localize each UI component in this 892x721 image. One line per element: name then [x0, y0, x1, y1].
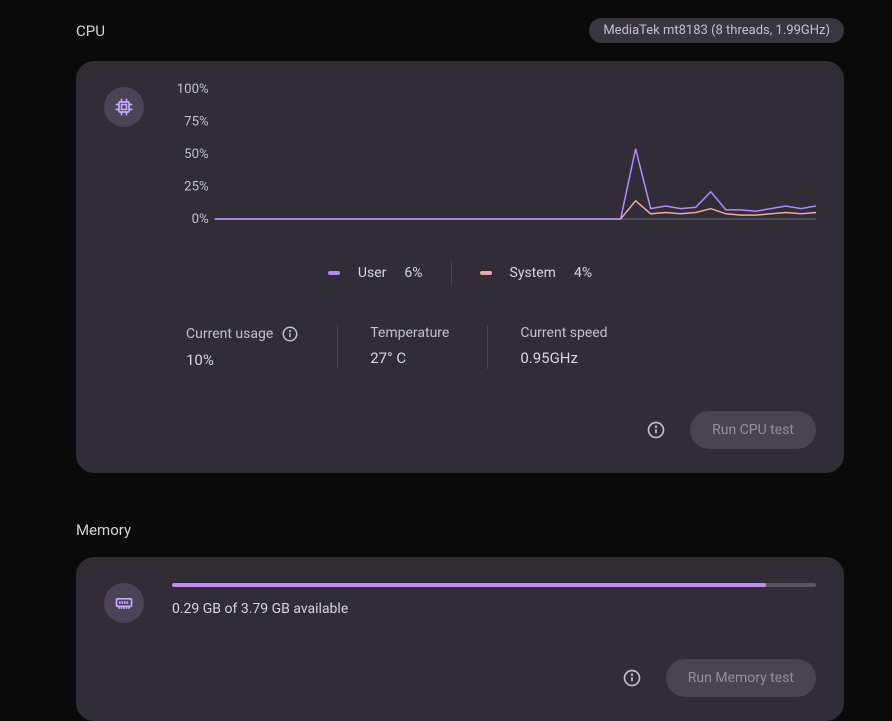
legend-user-value: 6% [404, 265, 422, 281]
legend-divider [451, 261, 452, 285]
memory-progress-fill [172, 583, 766, 587]
cpu-legend: User 6% System 4% [104, 261, 816, 285]
memory-progress-track [172, 583, 816, 587]
legend-system-swatch [480, 271, 492, 275]
cpu-section-header: CPU MediaTek mt8183 (8 threads, 1.99GHz) [76, 18, 844, 43]
stat-temp-label: Temperature [370, 325, 449, 341]
legend-system-value: 4% [574, 265, 592, 281]
svg-text:0%: 0% [192, 212, 209, 227]
run-memory-test-button[interactable]: Run Memory test [666, 659, 816, 697]
memory-card: 0.29 GB of 3.79 GB available Run Memory … [76, 557, 844, 721]
memory-available-text: 0.29 GB of 3.79 GB available [172, 601, 816, 617]
run-cpu-test-button[interactable]: Run CPU test [690, 411, 816, 449]
cpu-stats: Current usage 10% Temperature 27° C Curr… [104, 321, 816, 369]
stat-usage: Current usage 10% [186, 325, 337, 369]
stat-speed-label: Current speed [520, 325, 607, 341]
svg-text:50%: 50% [184, 147, 209, 162]
memory-section-header: Memory [76, 521, 844, 539]
stat-usage-label: Current usage [186, 326, 273, 342]
svg-text:100%: 100% [177, 83, 209, 97]
stat-speed-value: 0.95GHz [520, 349, 607, 367]
cpu-model-chip: MediaTek mt8183 (8 threads, 1.99GHz) [589, 18, 844, 43]
legend-system: System 4% [480, 265, 593, 281]
stat-speed: Current speed 0.95GHz [487, 325, 645, 369]
stat-temp-value: 27° C [370, 349, 449, 367]
legend-user-label: User [358, 265, 386, 281]
svg-text:25%: 25% [184, 180, 209, 195]
memory-title: Memory [76, 521, 131, 539]
stat-usage-value: 10% [186, 351, 299, 369]
cpu-chart: 100% 75% 50% 25% 0% [166, 83, 816, 233]
cpu-chip-icon [104, 87, 144, 127]
legend-user-swatch [328, 271, 340, 275]
cpu-card: 100% 75% 50% 25% 0% User 6% System 4% Curren… [76, 61, 844, 473]
info-icon[interactable] [646, 420, 666, 440]
legend-system-label: System [510, 265, 556, 281]
info-icon[interactable] [622, 668, 642, 688]
memory-icon [104, 583, 144, 623]
info-icon[interactable] [281, 325, 299, 343]
cpu-title: CPU [76, 22, 105, 40]
svg-text:75%: 75% [184, 115, 209, 130]
legend-user: User 6% [328, 265, 423, 281]
stat-temperature: Temperature 27° C [337, 325, 487, 369]
